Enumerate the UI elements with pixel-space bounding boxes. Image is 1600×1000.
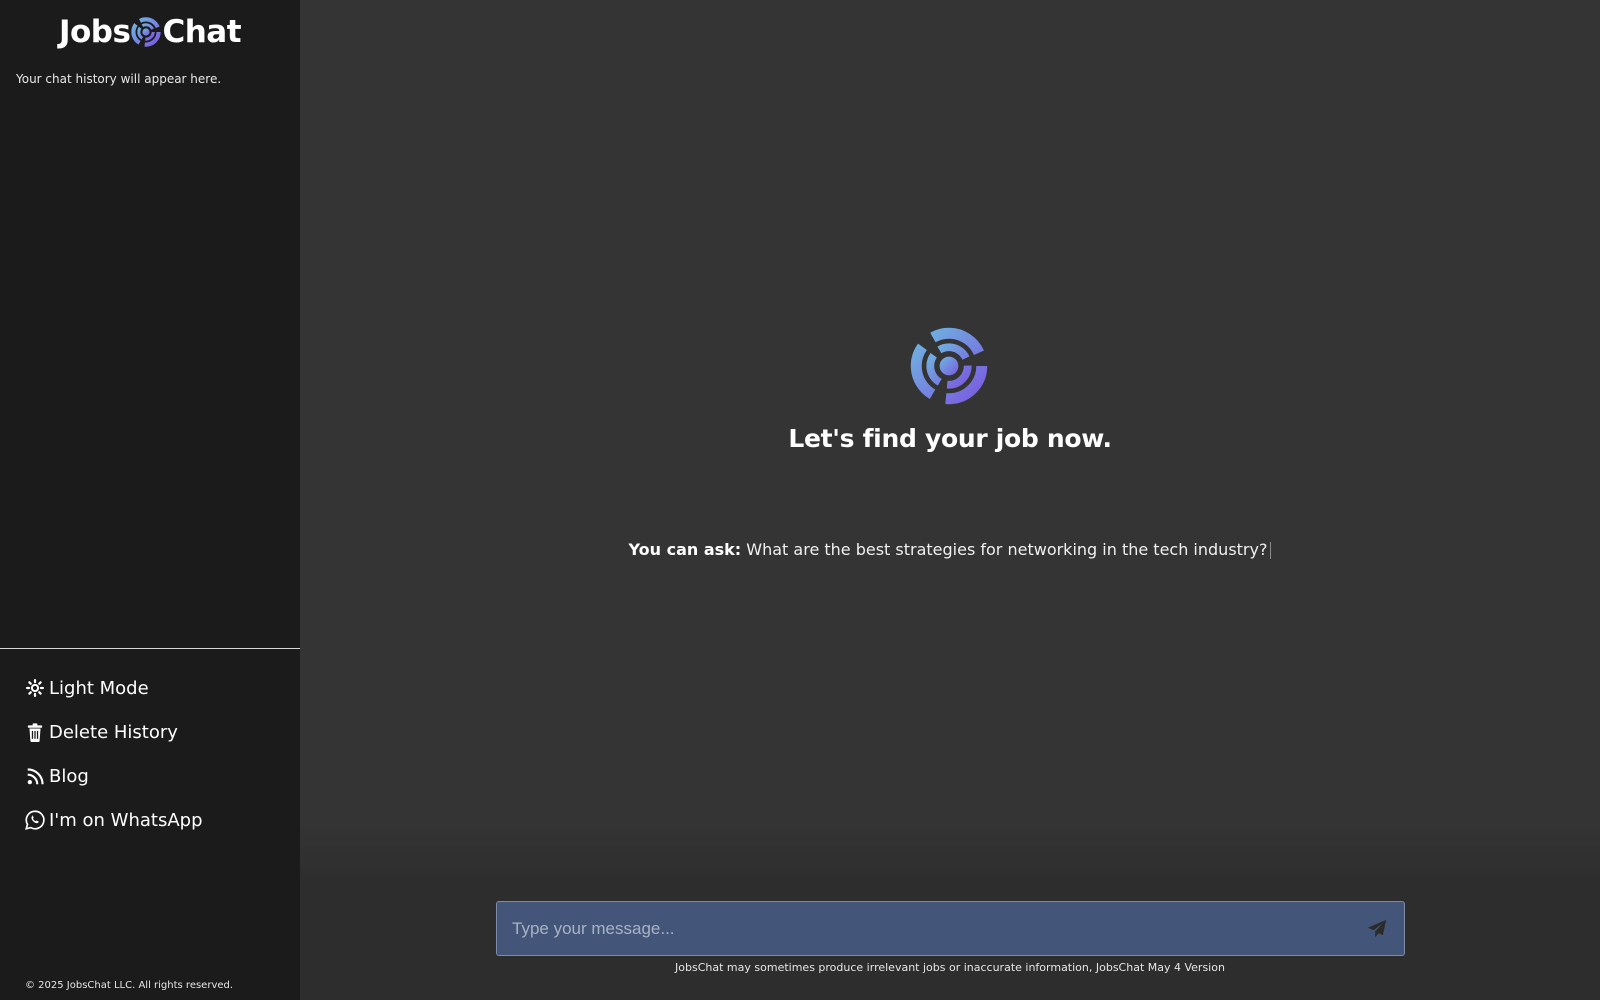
send-button[interactable] <box>1354 906 1400 952</box>
whatsapp-label: I'm on WhatsApp <box>49 809 203 831</box>
bottom-fade <box>300 820 1600 880</box>
suggestion-prefix: You can ask: <box>628 540 742 559</box>
blog-link[interactable]: Blog <box>25 754 203 798</box>
whatsapp-icon <box>25 810 45 830</box>
brand-name-right: Chat <box>162 14 242 50</box>
blog-label: Blog <box>49 765 89 787</box>
rss-icon <box>25 766 45 786</box>
chat-main: Let's find your job now. You can ask: Wh… <box>300 0 1600 1000</box>
suggestion-text: What are the best strategies for network… <box>746 540 1268 559</box>
sun-icon <box>25 678 45 698</box>
trash-icon <box>25 722 45 742</box>
sidebar-menu: Light Mode Delete History Blog I'm on Wh… <box>25 666 203 842</box>
message-input[interactable] <box>497 902 1354 955</box>
light-mode-label: Light Mode <box>49 677 149 699</box>
typing-caret <box>1270 542 1272 559</box>
sidebar: Jobs Chat Your chat history will appear … <box>0 0 300 1000</box>
chat-history-empty-text: Your chat history will appear here. <box>16 72 222 86</box>
delete-history-button[interactable]: Delete History <box>25 710 203 754</box>
light-mode-button[interactable]: Light Mode <box>25 666 203 710</box>
suggestion-line[interactable]: You can ask: What are the best strategie… <box>300 540 1600 559</box>
brand-name-left: Jobs <box>58 14 131 50</box>
message-input-box <box>496 901 1405 956</box>
send-icon <box>1367 919 1387 937</box>
app-root: Jobs Chat Your chat history will appear … <box>0 0 1600 1000</box>
hero-title: Let's find your job now. <box>788 424 1112 453</box>
brand-logo[interactable]: Jobs Chat <box>0 12 300 52</box>
sidebar-divider <box>0 648 300 649</box>
copyright-text: © 2025 JobsChat LLC. All rights reserved… <box>25 980 234 991</box>
jobschat-target-icon <box>131 17 162 47</box>
jobschat-hero-icon <box>910 327 988 405</box>
delete-history-label: Delete History <box>49 721 178 743</box>
disclaimer-text: JobsChat may sometimes produce irrelevan… <box>675 961 1225 974</box>
whatsapp-link[interactable]: I'm on WhatsApp <box>25 798 203 842</box>
